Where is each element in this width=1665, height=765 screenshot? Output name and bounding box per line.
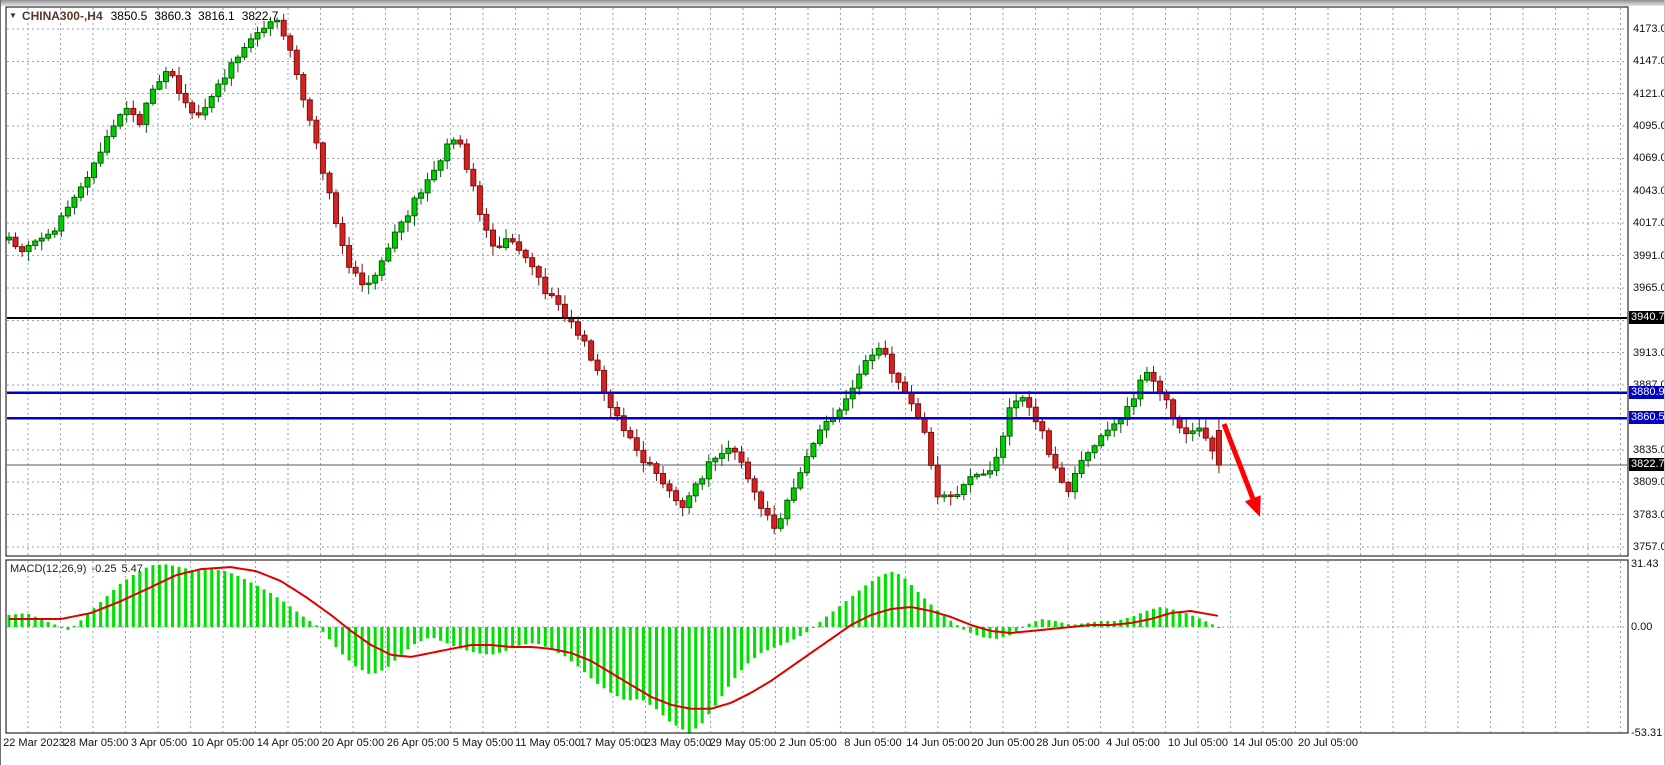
chart-title: ▼ CHINA300-,H4 3850.5 3860.3 3816.1 3822.7 bbox=[9, 9, 285, 23]
trading-chart-window: ▼ CHINA300-,H4 3850.5 3860.3 3816.1 3822.7 MA… bbox=[0, 0, 1665, 765]
symbol-dropdown-icon[interactable]: ▼ bbox=[9, 11, 17, 20]
ohlc-close: 3822.7 bbox=[242, 9, 279, 23]
chart-canvas[interactable] bbox=[1, 0, 1665, 765]
macd-signal-value: 5.47 bbox=[122, 563, 143, 575]
macd-main-value: -0.25 bbox=[91, 563, 116, 575]
down-arrow-annotation[interactable] bbox=[1224, 424, 1253, 498]
ohlc-open: 3850.5 bbox=[111, 9, 148, 23]
symbol-period-label: CHINA300-,H4 bbox=[22, 9, 103, 23]
time-axis[interactable] bbox=[6, 734, 1628, 758]
macd-name: MACD(12,26,9) bbox=[10, 563, 86, 575]
ohlc-low: 3816.1 bbox=[198, 9, 235, 23]
macd-indicator-label: MACD(12,26,9) -0.25 5.47 bbox=[10, 563, 148, 575]
price-axis[interactable] bbox=[1629, 7, 1665, 733]
ohlc-high: 3860.3 bbox=[154, 9, 191, 23]
